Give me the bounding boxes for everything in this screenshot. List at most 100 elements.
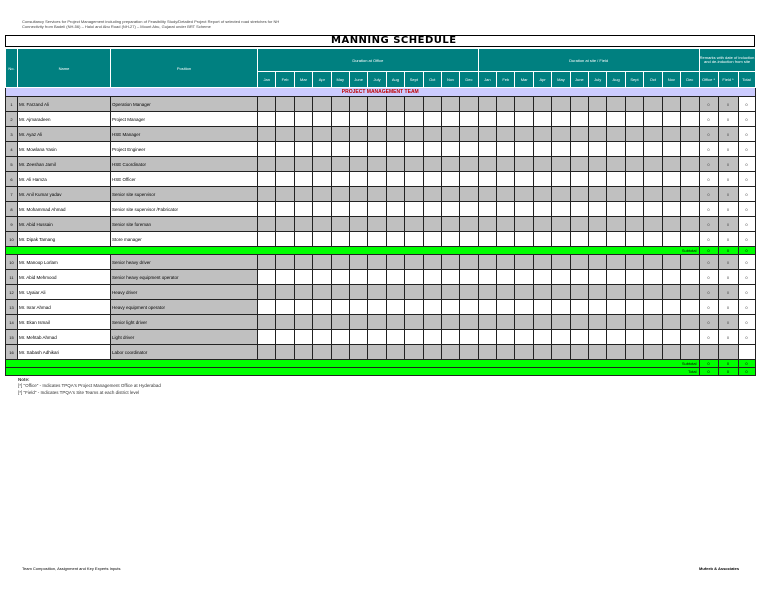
month-cell[interactable] bbox=[477, 126, 498, 142]
month-cell[interactable] bbox=[661, 344, 681, 360]
month-cell[interactable] bbox=[569, 299, 590, 315]
month-cell[interactable] bbox=[569, 201, 590, 217]
month-cell[interactable] bbox=[293, 126, 314, 142]
month-cell[interactable] bbox=[588, 314, 608, 330]
month-cell[interactable] bbox=[569, 171, 590, 187]
month-cell[interactable] bbox=[532, 126, 553, 142]
month-cell[interactable] bbox=[459, 216, 479, 232]
month-cell[interactable] bbox=[496, 96, 516, 112]
month-cell[interactable] bbox=[496, 231, 516, 247]
month-cell[interactable] bbox=[532, 269, 553, 285]
month-cell[interactable] bbox=[606, 231, 626, 247]
month-cell[interactable] bbox=[661, 254, 681, 270]
month-cell[interactable] bbox=[256, 344, 277, 360]
month-cell[interactable] bbox=[588, 344, 608, 360]
month-cell[interactable] bbox=[514, 344, 534, 360]
month-cell[interactable] bbox=[496, 216, 516, 232]
month-cell[interactable] bbox=[256, 314, 277, 330]
month-cell[interactable] bbox=[477, 186, 498, 202]
month-cell[interactable] bbox=[679, 201, 700, 217]
month-cell[interactable] bbox=[532, 171, 553, 187]
month-cell[interactable] bbox=[367, 111, 387, 127]
month-cell[interactable] bbox=[514, 186, 534, 202]
month-cell[interactable] bbox=[624, 186, 645, 202]
month-cell[interactable] bbox=[422, 186, 442, 202]
month-cell[interactable] bbox=[514, 314, 534, 330]
month-cell[interactable] bbox=[293, 269, 314, 285]
month-cell[interactable] bbox=[514, 216, 534, 232]
month-cell[interactable] bbox=[679, 299, 700, 315]
month-cell[interactable] bbox=[606, 186, 626, 202]
month-cell[interactable] bbox=[661, 299, 681, 315]
month-cell[interactable] bbox=[551, 344, 571, 360]
month-cell[interactable] bbox=[293, 344, 314, 360]
month-cell[interactable] bbox=[459, 201, 479, 217]
month-cell[interactable] bbox=[661, 284, 681, 300]
month-cell[interactable] bbox=[514, 156, 534, 172]
month-cell[interactable] bbox=[624, 299, 645, 315]
month-cell[interactable] bbox=[330, 126, 350, 142]
month-cell[interactable] bbox=[312, 284, 332, 300]
month-cell[interactable] bbox=[679, 141, 700, 157]
month-cell[interactable] bbox=[569, 231, 590, 247]
month-cell[interactable] bbox=[661, 111, 681, 127]
month-cell[interactable] bbox=[551, 156, 571, 172]
month-cell[interactable] bbox=[661, 126, 681, 142]
month-cell[interactable] bbox=[643, 171, 663, 187]
month-cell[interactable] bbox=[422, 231, 442, 247]
month-cell[interactable] bbox=[588, 329, 608, 345]
month-cell[interactable] bbox=[643, 299, 663, 315]
month-cell[interactable] bbox=[477, 314, 498, 330]
month-cell[interactable] bbox=[588, 141, 608, 157]
month-cell[interactable] bbox=[496, 201, 516, 217]
month-cell[interactable] bbox=[514, 299, 534, 315]
month-cell[interactable] bbox=[551, 111, 571, 127]
month-cell[interactable] bbox=[330, 201, 350, 217]
month-cell[interactable] bbox=[679, 156, 700, 172]
month-cell[interactable] bbox=[330, 96, 350, 112]
month-cell[interactable] bbox=[643, 201, 663, 217]
month-cell[interactable] bbox=[312, 141, 332, 157]
month-cell[interactable] bbox=[643, 329, 663, 345]
month-cell[interactable] bbox=[624, 254, 645, 270]
month-cell[interactable] bbox=[661, 314, 681, 330]
month-cell[interactable] bbox=[330, 284, 350, 300]
month-cell[interactable] bbox=[551, 231, 571, 247]
month-cell[interactable] bbox=[330, 254, 350, 270]
month-cell[interactable] bbox=[440, 269, 461, 285]
month-cell[interactable] bbox=[643, 96, 663, 112]
month-cell[interactable] bbox=[514, 171, 534, 187]
month-cell[interactable] bbox=[348, 329, 369, 345]
month-cell[interactable] bbox=[679, 254, 700, 270]
month-cell[interactable] bbox=[348, 314, 369, 330]
month-cell[interactable] bbox=[275, 329, 295, 345]
month-cell[interactable] bbox=[404, 231, 424, 247]
month-cell[interactable] bbox=[312, 314, 332, 330]
month-cell[interactable] bbox=[459, 329, 479, 345]
month-cell[interactable] bbox=[293, 284, 314, 300]
month-cell[interactable] bbox=[330, 344, 350, 360]
month-cell[interactable] bbox=[367, 216, 387, 232]
month-cell[interactable] bbox=[459, 344, 479, 360]
month-cell[interactable] bbox=[440, 299, 461, 315]
month-cell[interactable] bbox=[256, 284, 277, 300]
month-cell[interactable] bbox=[440, 231, 461, 247]
month-cell[interactable] bbox=[404, 201, 424, 217]
month-cell[interactable] bbox=[551, 329, 571, 345]
month-cell[interactable] bbox=[440, 201, 461, 217]
month-cell[interactable] bbox=[385, 314, 406, 330]
month-cell[interactable] bbox=[588, 216, 608, 232]
month-cell[interactable] bbox=[679, 111, 700, 127]
month-cell[interactable] bbox=[330, 329, 350, 345]
month-cell[interactable] bbox=[348, 344, 369, 360]
month-cell[interactable] bbox=[532, 186, 553, 202]
month-cell[interactable] bbox=[385, 186, 406, 202]
month-cell[interactable] bbox=[514, 111, 534, 127]
month-cell[interactable] bbox=[312, 216, 332, 232]
month-cell[interactable] bbox=[440, 344, 461, 360]
month-cell[interactable] bbox=[404, 344, 424, 360]
month-cell[interactable] bbox=[348, 254, 369, 270]
month-cell[interactable] bbox=[275, 156, 295, 172]
month-cell[interactable] bbox=[624, 284, 645, 300]
month-cell[interactable] bbox=[606, 126, 626, 142]
